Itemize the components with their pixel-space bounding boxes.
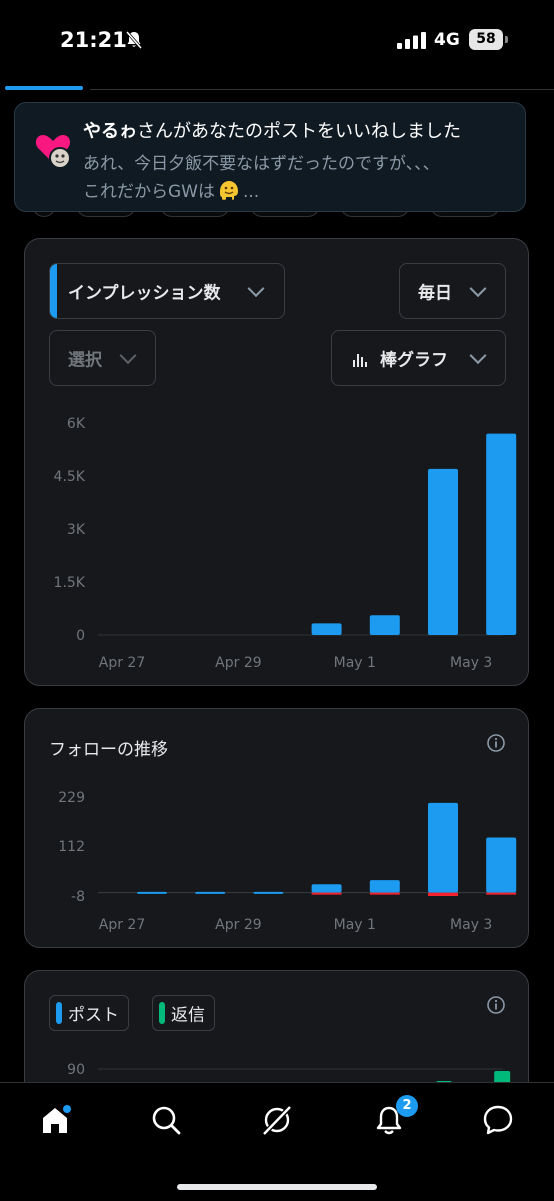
heart-avatar-icon [35,135,71,169]
battery-icon: 58 [469,29,503,50]
like-notification[interactable]: やるゎさんがあなたのポストをいいねしました あれ、今日夕飯不要なはずだったのです… [14,102,526,212]
signal-icon [397,32,426,49]
notification-title: やるゎさんがあなたのポストをいいねしました [83,117,461,143]
bar-gain [486,837,517,893]
bar-loss [486,892,517,895]
tab-divider [90,89,554,90]
x-tick-label: May 3 [450,655,492,671]
card-title: フォローの推移 [49,740,168,760]
y-tick-label: 112 [58,839,85,855]
home-indicator [177,1184,377,1190]
x-tick-label: Apr 29 [215,917,261,933]
bar-gain [253,891,284,894]
y-tick-label: 0 [76,628,85,644]
x-tick-label: Apr 29 [215,655,261,671]
y-tick-label: 6K [67,416,86,432]
legend-reply-toggle[interactable]: 返信 [152,995,215,1031]
x-tick-label: May 3 [450,917,492,933]
y-tick-label: 229 [58,790,85,806]
status-bar: 21:21 4G 58 [0,0,554,80]
chevron-down-icon [119,347,137,365]
x-tick-label: Apr 27 [99,655,145,671]
legend-post-toggle[interactable]: ポスト [49,995,129,1031]
notification-count-badge: 2 [396,1095,418,1117]
notification-body-line2: これだからGWは ... [83,177,259,202]
bar-gain [195,891,226,894]
info-icon[interactable] [486,995,506,1015]
bar-gain [369,880,400,893]
followers-card: フォローの推移 229 112 -8 Apr 27 Apr 29 May 1 May 3 [24,708,529,948]
battery-tip [505,36,508,43]
period-dropdown-label: 毎日 [418,283,452,304]
grok-icon[interactable] [260,1103,294,1137]
info-icon[interactable] [486,733,506,753]
y-tick-label: 3K [67,522,86,538]
chart-type-label: 棒グラフ [380,350,448,371]
chevron-down-icon [247,280,265,298]
metric-dropdown[interactable]: インプレッション数 [49,263,285,319]
bar [369,615,400,635]
tab-active-indicator [5,86,83,90]
bar-chart-icon [353,354,367,367]
x-tick-label: May 1 [334,917,376,933]
x-tick-label: Apr 27 [99,917,145,933]
period-dropdown[interactable]: 毎日 [399,263,506,319]
status-time: 21:21 [60,28,127,52]
notification-body-text: これだからGWは [83,182,215,202]
impressions-card: インプレッション数 毎日 選択 棒グラフ 6K 4.5K 3K 1.5K 0 Apr 27… [24,238,529,686]
chevron-down-icon [469,347,487,365]
bar-loss [369,892,400,895]
legend-swatch [159,1002,165,1024]
notification-message: さんがあなたのポストをいいねしました [137,121,461,142]
network-type: 4G [434,30,460,50]
x-tick-label: May 1 [334,655,376,671]
y-tick-label: 1.5K [54,575,86,591]
bar-gain [137,891,167,894]
chevron-down-icon [469,280,487,298]
search-icon[interactable] [149,1103,183,1137]
home-icon[interactable] [38,1103,72,1137]
notification-user: やるゎ [83,121,137,142]
metric-color-swatch [50,264,57,318]
chart-type-dropdown[interactable]: 棒グラフ [331,330,506,386]
messages-icon[interactable] [481,1103,515,1137]
bell-muted-icon [125,31,143,49]
bar-gain [311,884,342,893]
compare-select-dropdown[interactable]: 選択 [49,330,156,386]
compare-select-placeholder: 選択 [68,350,102,371]
notification-body-line1: あれ、今日夕飯不要なはずだったのですが、、、 [83,154,440,174]
legend-swatch [56,1002,62,1024]
y-tick-label: 90 [67,1062,85,1078]
bar-loss [311,892,342,895]
legend-label: ポスト [68,1005,119,1026]
impressions-chart: 6K 4.5K 3K 1.5K 0 Apr 27 Apr 29 May 1 May 3 [54,416,517,671]
metric-dropdown-label: インプレッション数 [68,283,221,304]
notification-body-ellipsis: ... [242,182,260,202]
y-tick-label: 4.5K [54,469,86,485]
melting-face-emoji-icon [219,181,238,200]
bar-loss [428,892,458,896]
bar-gain [428,802,458,893]
followers-chart: 229 112 -8 Apr 27 Apr 29 May 1 May 3 [58,790,517,933]
posts-card: ポスト 返信 90 [24,970,529,1101]
legend-label: 返信 [171,1005,205,1026]
bar [311,623,342,635]
bar [428,468,458,635]
y-tick-label: -8 [71,889,85,905]
bar [486,433,517,635]
